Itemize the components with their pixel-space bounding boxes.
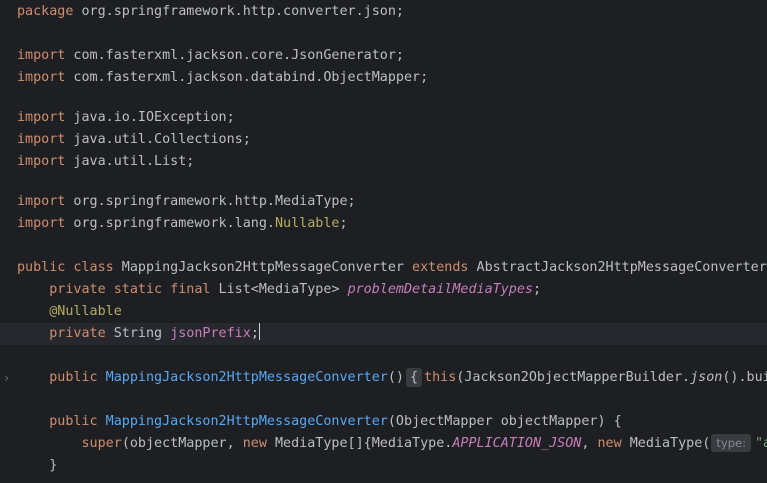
text-caret — [258, 323, 261, 340]
code-line[interactable]: @Nullable — [0, 301, 767, 323]
code-text: (objectMapper, — [121, 436, 243, 451]
code-text: java.util.List; — [65, 154, 195, 169]
code-text: AbstractJackson2HttpMessageConverter { — [468, 260, 767, 275]
constructor-name: MappingJackson2HttpMessageConverter — [97, 414, 388, 429]
keyword: import — [17, 132, 66, 147]
code-text: org.springframework.http.converter.json; — [73, 4, 404, 19]
keyword: import — [17, 48, 66, 63]
code-line[interactable]: import com.fasterxml.jackson.core.JsonGe… — [0, 45, 767, 67]
code-text: List<MediaType> — [210, 282, 348, 297]
keyword: new — [242, 436, 267, 451]
keyword: public — [49, 370, 98, 385]
code-text: (ObjectMapper objectMapper) { — [387, 414, 622, 429]
code-text: , — [581, 436, 598, 451]
code-text: ; — [533, 282, 542, 297]
code-line[interactable]: public MappingJackson2HttpMessageConvert… — [0, 411, 767, 433]
code-line[interactable]: import java.util.Collections; — [0, 129, 767, 151]
current-line[interactable]: private String jsonPrefix; — [0, 323, 767, 345]
keyword: import — [17, 154, 66, 169]
code-text: com.fasterxml.jackson.databind.ObjectMap… — [65, 70, 429, 85]
keyword: private static final — [49, 282, 211, 297]
code-line[interactable]: import java.io.IOException; — [0, 107, 767, 129]
static-constant: APPLICATION_JSON — [452, 436, 582, 451]
keyword: super — [81, 436, 122, 451]
string-literal: "appl — [754, 436, 767, 451]
code-line[interactable]: › public MappingJackson2HttpMessageConve… — [0, 367, 767, 389]
code-line[interactable]: super(objectMapper, new MediaType[]{Medi… — [0, 433, 767, 455]
keyword: import — [17, 216, 66, 231]
parameter-hint: type: — [711, 434, 751, 452]
code-line[interactable]: import com.fasterxml.jackson.databind.Ob… — [0, 67, 767, 89]
code-text: org.springframework.lang. — [65, 216, 275, 231]
code-text: java.io.IOException; — [65, 110, 235, 125]
code-line[interactable]: package org.springframework.http.convert… — [0, 1, 767, 23]
field-name: jsonPrefix — [170, 326, 251, 341]
code-text: ; — [339, 216, 348, 231]
static-method: json — [690, 370, 723, 385]
closing-brace: } — [49, 458, 58, 473]
code-line[interactable]: import org.springframework.http.MediaTyp… — [0, 191, 767, 213]
keyword: import — [17, 70, 66, 85]
code-text: ().build — [722, 370, 767, 385]
code-line[interactable]: import java.util.List; — [0, 151, 767, 173]
constructor-name: MappingJackson2HttpMessageConverter — [97, 370, 388, 385]
keyword: new — [597, 436, 622, 451]
code-text: MediaType[]{MediaType. — [266, 436, 453, 451]
code-text: org.springframework.http.MediaType; — [65, 194, 356, 209]
code-line[interactable]: public class MappingJackson2HttpMessageC… — [0, 257, 767, 279]
static-field: problemDetailMediaTypes — [347, 282, 533, 297]
annotation: @Nullable — [49, 304, 122, 319]
code-line[interactable]: } — [0, 455, 767, 477]
annotation-name: Nullable — [274, 216, 340, 231]
keyword: public class — [17, 260, 114, 275]
code-text: () — [387, 370, 404, 385]
code-text: ; — [250, 326, 259, 341]
keyword: extends — [412, 260, 469, 275]
folded-region-button[interactable]: { — [405, 368, 423, 387]
keyword: package — [17, 4, 74, 19]
code-text: String — [105, 326, 171, 341]
chevron-right-icon[interactable]: › — [3, 367, 13, 389]
keyword: import — [17, 194, 66, 209]
class-name: MappingJackson2HttpMessageConverter — [113, 260, 413, 275]
keyword: import — [17, 110, 66, 125]
keyword: private — [49, 326, 106, 341]
code-text: java.util.Collections; — [65, 132, 251, 147]
code-text: (Jackson2ObjectMapperBuilder. — [456, 370, 691, 385]
code-editor[interactable]: package org.springframework.http.convert… — [0, 0, 767, 483]
keyword: this — [424, 370, 457, 385]
code-text: MediaType( — [621, 436, 711, 451]
code-line[interactable]: private static final List<MediaType> pro… — [0, 279, 767, 301]
code-line[interactable]: import org.springframework.lang.Nullable… — [0, 213, 767, 235]
code-text: com.fasterxml.jackson.core.JsonGenerator… — [65, 48, 404, 63]
keyword: public — [49, 414, 98, 429]
